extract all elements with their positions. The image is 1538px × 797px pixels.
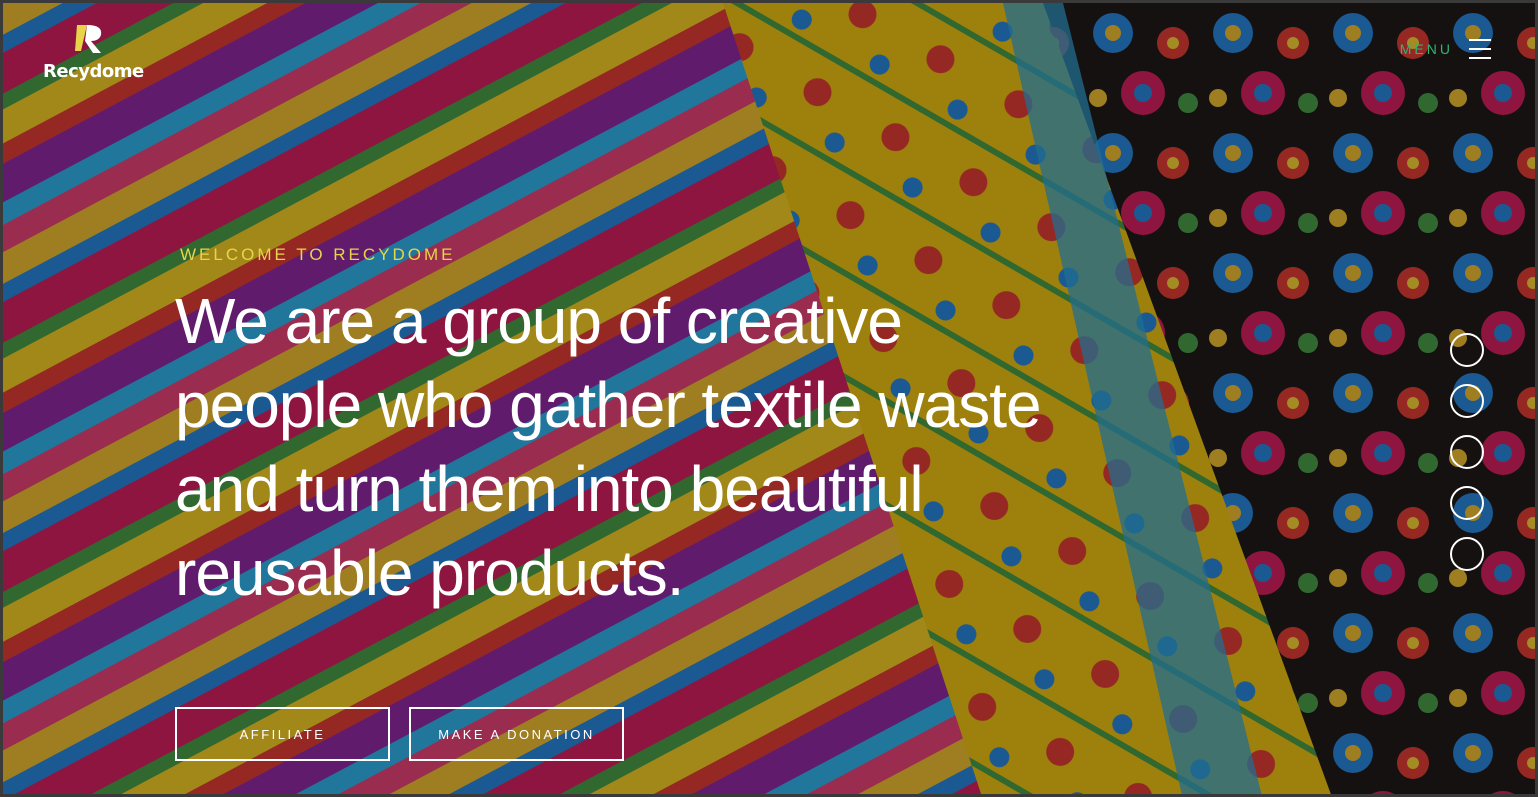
logo-text: Recydome <box>43 61 144 82</box>
slider-pagination <box>1450 333 1484 571</box>
hero-eyebrow: WELCOME TO RECYDOME <box>180 245 456 264</box>
donate-button[interactable]: MAKE A DONATION <box>409 707 624 761</box>
menu-toggle[interactable]: MENU <box>1400 39 1491 59</box>
hero-section: Recydome MENU WELCOME TO RECYDOME We are… <box>0 0 1538 797</box>
hamburger-icon[interactable] <box>1469 39 1491 59</box>
recydome-logo-icon <box>75 25 102 53</box>
affiliate-button[interactable]: AFFILIATE <box>175 707 390 761</box>
logo[interactable]: Recydome <box>43 21 144 87</box>
slide-dot-5[interactable] <box>1450 537 1484 571</box>
slide-dot-1[interactable] <box>1450 333 1484 367</box>
hero-headline: We are a group of creative people who ga… <box>175 285 1042 609</box>
slide-dot-2[interactable] <box>1450 384 1484 418</box>
slide-dot-4[interactable] <box>1450 486 1484 520</box>
menu-label: MENU <box>1399 41 1453 57</box>
slide-dot-3[interactable] <box>1450 435 1484 469</box>
